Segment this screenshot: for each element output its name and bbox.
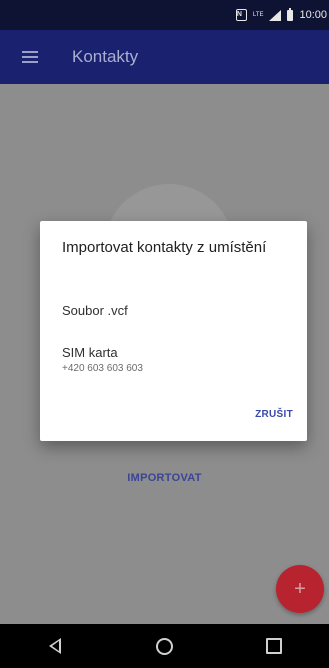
cancel-button[interactable]: ZRUŠIT [255, 409, 293, 420]
recents-button[interactable] [254, 631, 294, 661]
home-icon [155, 637, 173, 655]
sim-card-number: +420 603 603 603 [62, 363, 143, 374]
status-time: 10:00 [299, 9, 327, 21]
signal-icon [269, 9, 282, 21]
back-icon [48, 638, 61, 654]
import-button[interactable]: IMPORTOVAT [0, 472, 329, 484]
add-contact-button[interactable]: + [276, 565, 324, 613]
plus-icon: + [294, 577, 306, 600]
lte-icon: LTE [252, 12, 264, 18]
home-button[interactable] [144, 631, 184, 661]
navigation-bar [0, 624, 329, 668]
option-vcf-file[interactable]: Soubor .vcf [62, 303, 128, 318]
nfc-icon: N [235, 9, 247, 21]
dialog-title: Importovat kontakty z umístění [62, 239, 267, 256]
back-button[interactable] [35, 631, 75, 661]
recents-icon [266, 638, 283, 654]
battery-icon [287, 7, 294, 21]
option-sim-card[interactable]: SIM karta +420 603 603 603 [62, 345, 143, 374]
app-bar: Kontakty [0, 30, 329, 84]
sim-card-label: SIM karta [62, 345, 118, 360]
status-bar: N LTE 10:00 [0, 0, 329, 30]
app-title: Kontakty [72, 47, 139, 66]
hamburger-menu-icon[interactable] [22, 51, 38, 63]
import-dialog: Importovat kontakty z umístění Soubor .v… [40, 221, 307, 441]
